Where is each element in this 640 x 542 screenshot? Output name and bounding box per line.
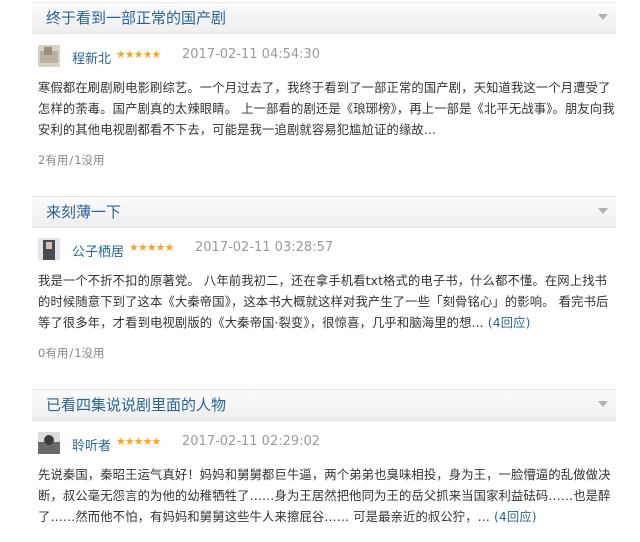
- avatar[interactable]: [38, 432, 60, 454]
- reply-count-link[interactable]: (4回应): [494, 510, 537, 524]
- avatar[interactable]: [38, 238, 60, 260]
- useless-button[interactable]: 1没用: [74, 153, 104, 167]
- chevron-down-icon[interactable]: [598, 14, 608, 20]
- review-meta: 程新北 ★★★★★ 2017-02-11 04:54:30: [38, 45, 598, 69]
- vote-row: 2有用/1没用: [38, 152, 105, 168]
- review-excerpt: 寒假都在刷剧刷电影刷综艺。一个月过去了，我终于看到了一部正常的国产剧，天知道我这…: [38, 78, 618, 141]
- useless-button[interactable]: 1没用: [74, 346, 104, 360]
- author-link[interactable]: 程新北: [72, 48, 111, 67]
- rating-stars: ★★★★★: [129, 241, 174, 254]
- review-meta: 公子栖居 ★★★★★ 2017-02-11 03:28:57: [38, 238, 598, 262]
- review-title-link[interactable]: 终于看到一部正常的国产剧: [46, 7, 226, 28]
- author-link[interactable]: 公子栖居: [72, 241, 124, 260]
- review-title-link[interactable]: 来刻薄一下: [46, 201, 121, 222]
- chevron-down-icon[interactable]: [598, 401, 608, 407]
- author-link[interactable]: 聆听者: [72, 435, 111, 454]
- chevron-down-icon[interactable]: [598, 208, 608, 214]
- review-title-bar: 终于看到一部正常的国产剧: [32, 2, 616, 34]
- review-title-bar: 来刻薄一下: [32, 196, 616, 228]
- review-date: 2017-02-11 04:54:30: [182, 47, 321, 62]
- rating-stars: ★★★★★: [116, 435, 161, 448]
- review-excerpt-text: 寒假都在刷剧刷电影刷综艺。一个月过去了，我终于看到了一部正常的国产剧，天知道我这…: [38, 81, 615, 137]
- useful-button[interactable]: 0有用: [38, 346, 68, 360]
- review-title-bar: 已看四集说说剧里面的人物: [32, 389, 616, 421]
- review-date: 2017-02-11 03:28:57: [195, 240, 334, 255]
- review-date: 2017-02-11 02:29:02: [182, 434, 321, 449]
- vote-row: 0有用/1没用: [38, 345, 105, 361]
- avatar[interactable]: [38, 45, 60, 67]
- review-title-link[interactable]: 已看四集说说剧里面的人物: [46, 394, 226, 415]
- useful-button[interactable]: 2有用: [38, 153, 68, 167]
- review-meta: 聆听者 ★★★★★ 2017-02-11 02:29:02: [38, 432, 598, 456]
- review-excerpt: 我是一个不折不扣的原著党。 八年前我初二，还在拿手机看txt格式的电子书，什么都…: [38, 271, 618, 334]
- review-excerpt: 先说秦国，秦昭王运气真好！妈妈和舅舅都巨牛逼，两个弟弟也臭味相投，身为王，一脸懵…: [38, 465, 618, 528]
- rating-stars: ★★★★★: [116, 48, 161, 61]
- reply-count-link[interactable]: (4回应): [488, 316, 531, 330]
